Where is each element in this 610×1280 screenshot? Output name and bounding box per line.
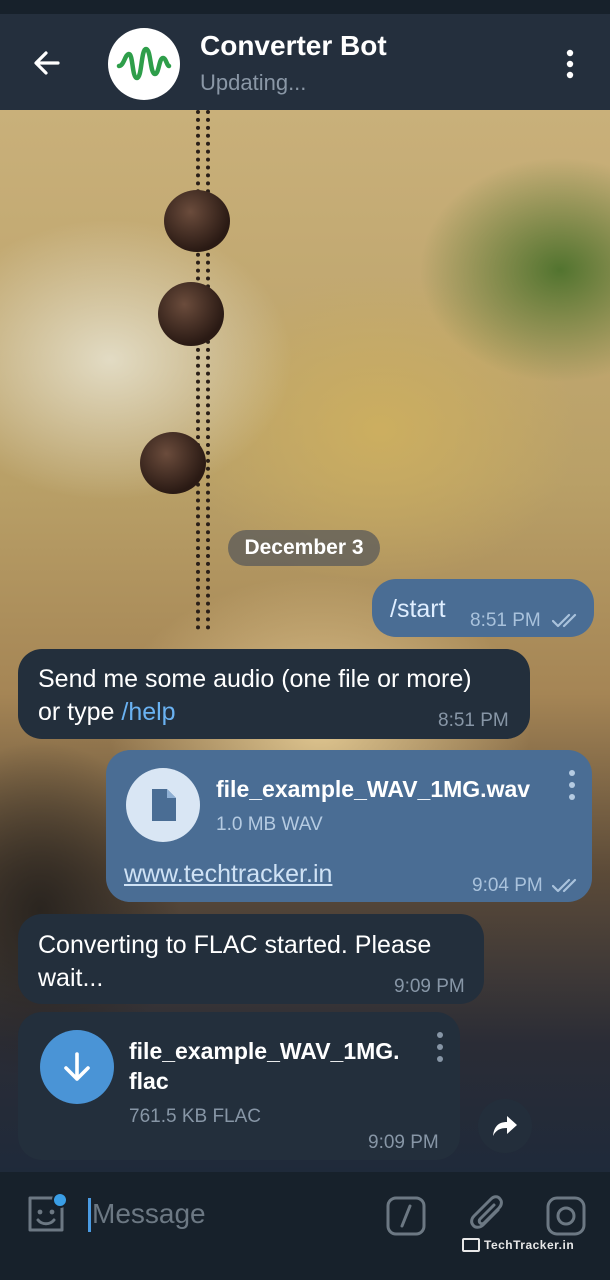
message-line: or type [38,698,122,726]
file-name-line: flac [129,1068,169,1094]
date-separator: December 3 [228,530,380,566]
file-size: 1.0 MB WAV [216,814,323,835]
chat-status: Updating... [200,70,307,95]
message-time: 8:51 PM [470,610,541,631]
message-line: wait... [38,964,104,992]
message-outgoing[interactable]: /start 8:51 PM [372,579,594,637]
arrow-left-icon [34,51,60,75]
download-button[interactable] [40,1030,114,1104]
file-menu-button[interactable] [567,770,577,800]
message-time: 9:09 PM [368,1132,439,1153]
watermark-text: TechTracker.in [484,1238,575,1252]
paperclip-icon[interactable] [468,1194,508,1236]
message-time: 9:09 PM [394,976,465,997]
watermark: TechTracker.in [462,1236,574,1254]
help-command-link[interactable]: /help [121,698,175,726]
system-nav-bar [0,1258,610,1280]
file-open-button[interactable] [126,768,200,842]
wallpaper-bell [158,282,224,346]
message-command[interactable]: /start [390,593,446,626]
text-caret [88,1198,91,1232]
bot-avatar[interactable] [108,28,180,100]
message-line: Converting to FLAC started. Please [38,931,432,959]
message-input[interactable] [92,1194,352,1234]
message-incoming[interactable]: Send me some audio (one file or more) or… [18,649,530,739]
file-size: 761.5 KB FLAC [129,1106,262,1127]
caption-link[interactable]: www.techtracker.in [124,858,332,891]
camera-icon[interactable] [546,1196,586,1236]
file-name: file_example_WAV_1MG.wav [216,776,531,802]
download-icon [64,1052,90,1081]
back-button[interactable] [24,40,70,86]
wallpaper-bell [164,190,230,252]
message-outgoing-file[interactable]: file_example_WAV_1MG.wav 1.0 MB WAV www.… [106,750,592,902]
chat-header: Converter Bot Updating... [0,14,610,110]
waveform-icon [116,46,172,81]
file-name-line: file_example_WAV_1MG. [129,1038,400,1064]
more-options-button[interactable] [556,44,584,84]
read-checks-icon [552,878,577,893]
message-time: 9:04 PM [472,875,543,896]
notification-dot [52,1192,68,1208]
document-icon [152,789,176,821]
wallpaper-bell [140,432,206,494]
watermark-logo-icon [462,1238,480,1252]
chat-title[interactable]: Converter Bot [200,30,387,62]
share-arrow-icon [493,1116,517,1136]
status-bar [0,0,610,14]
file-name: file_example_WAV_1MG. flac [129,1036,400,1096]
file-menu-button[interactable] [435,1032,445,1062]
message-time: 8:51 PM [438,710,509,731]
bot-commands-icon[interactable] [386,1196,426,1236]
read-checks-icon [552,613,577,628]
message-line: Send me some audio (one file or more) [38,665,472,693]
message-incoming[interactable]: Converting to FLAC started. Please wait.… [18,914,484,1004]
vertical-dots-icon [566,49,574,79]
forward-button[interactable] [478,1099,532,1153]
message-incoming-file[interactable]: file_example_WAV_1MG. flac 761.5 KB FLAC… [18,1012,460,1160]
wallpaper-chain [196,110,210,630]
